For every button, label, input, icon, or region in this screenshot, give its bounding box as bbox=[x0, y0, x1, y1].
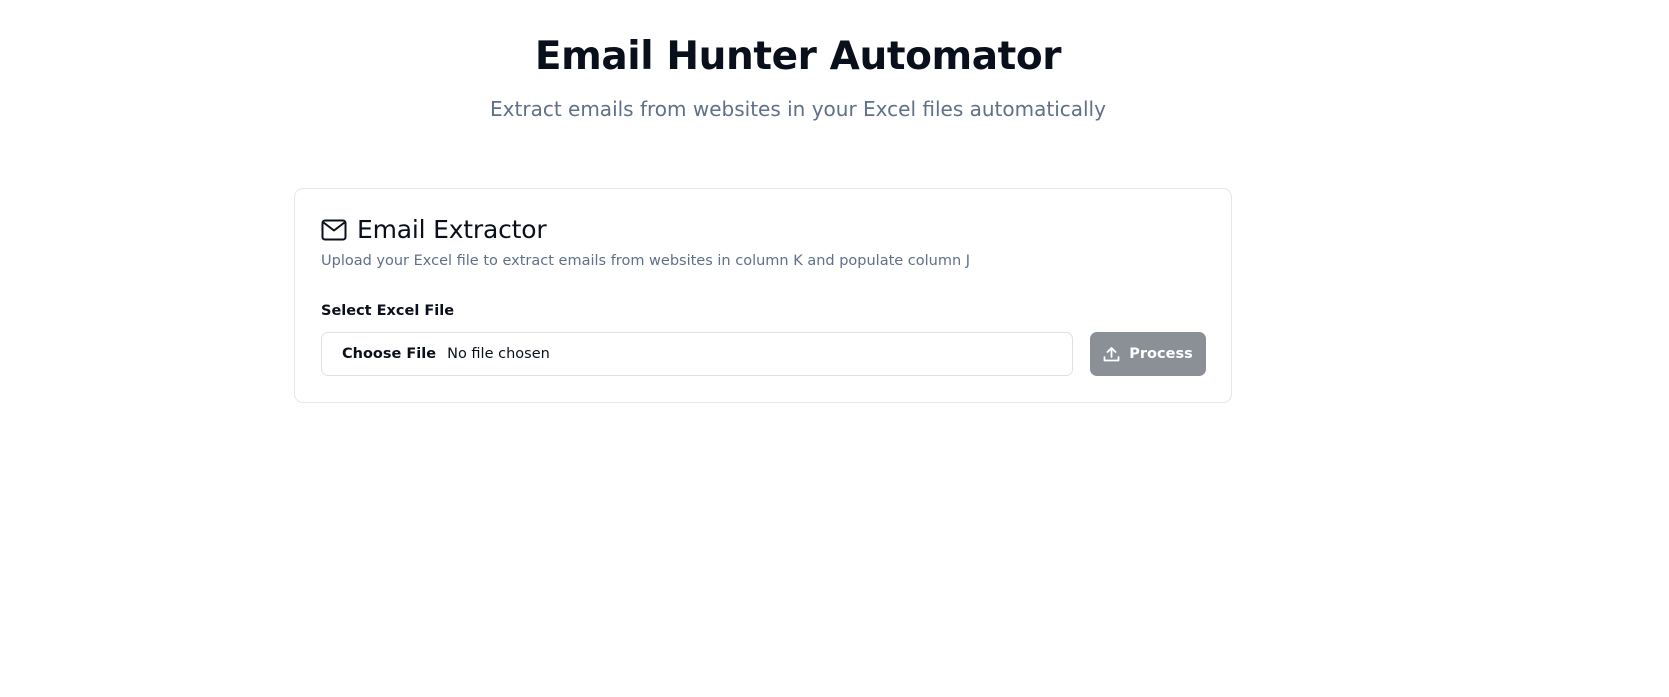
email-extractor-card: Email Extractor Upload your Excel file t… bbox=[294, 188, 1232, 403]
process-button[interactable]: Process bbox=[1090, 332, 1206, 376]
card-description: Upload your Excel file to extract emails… bbox=[321, 253, 971, 269]
mail-icon bbox=[321, 219, 347, 241]
card-title: Email Extractor bbox=[357, 215, 547, 244]
excel-file-input[interactable]: Choose File No file chosen bbox=[321, 332, 1073, 376]
file-field-label: Select Excel File bbox=[321, 303, 455, 319]
page: Email Hunter Automator Extract emails fr… bbox=[0, 0, 1669, 697]
process-button-label: Process bbox=[1129, 346, 1193, 362]
upload-icon bbox=[1103, 346, 1120, 363]
page-subtitle: Extract emails from websites in your Exc… bbox=[490, 97, 1106, 121]
file-status-text: No file chosen bbox=[447, 346, 550, 362]
page-title: Email Hunter Automator bbox=[534, 34, 1062, 79]
card-header: Email Extractor bbox=[321, 215, 547, 245]
choose-file-button[interactable]: Choose File bbox=[342, 344, 436, 364]
